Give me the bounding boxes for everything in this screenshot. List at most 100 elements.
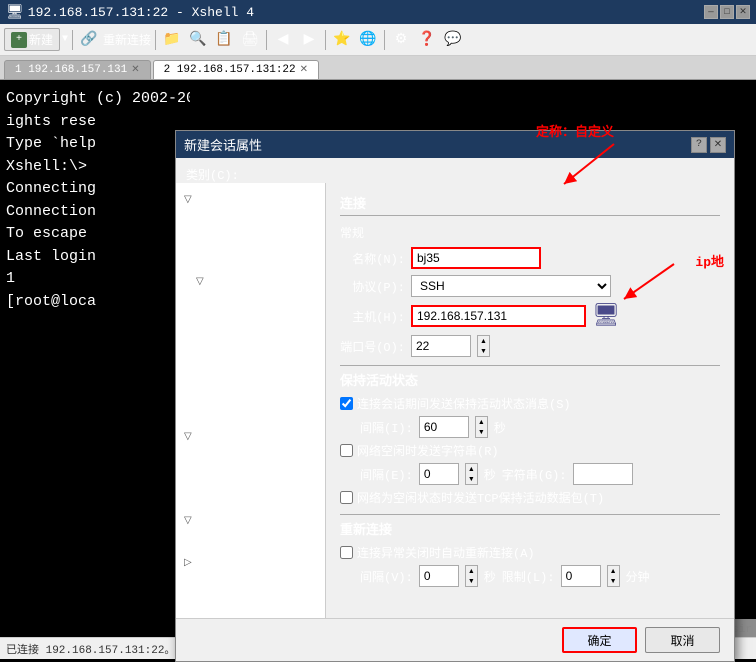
port-row: 端口号(O): ▲ ▼: [340, 335, 720, 357]
interval-spinner[interactable]: ▲ ▼: [475, 416, 488, 438]
toolbar-icon-apps[interactable]: ⚙: [389, 28, 413, 52]
port-spin-up[interactable]: ▲: [478, 336, 489, 346]
dropdown-arrow[interactable]: ▼: [62, 34, 68, 45]
interval2-spinner[interactable]: ▲ ▼: [465, 463, 478, 485]
chars-label: 字符串(G):: [502, 466, 567, 483]
toolbar-icon-chat[interactable]: 💬: [441, 28, 465, 52]
tree-adv2[interactable]: ▷ 高级: [176, 552, 325, 573]
reconnect-label: 连接异常关闭时自动重新连接(A): [357, 544, 535, 561]
limit-spin-up[interactable]: ▲: [608, 566, 619, 576]
dialog-help-button[interactable]: ?: [691, 137, 707, 153]
toolbar-icon-link[interactable]: 🔗: [77, 28, 101, 52]
toolbar-icon-arrow-right[interactable]: ▶: [297, 28, 321, 52]
tree-user-auth[interactable]: 用户身份验证: [176, 210, 325, 231]
interval2-spin-down[interactable]: ▼: [466, 474, 477, 484]
tab-2-close[interactable]: ✕: [300, 64, 308, 76]
ok-button[interactable]: 确定: [562, 627, 637, 653]
interval3-input[interactable]: [419, 565, 459, 587]
name-label: 名称(N):: [340, 250, 405, 267]
network-idle-cb-row: 网络空闲时发送字符串(R): [340, 442, 720, 459]
keepalive-checkbox[interactable]: [340, 397, 353, 410]
limit-input[interactable]: [561, 565, 601, 587]
port-spinner[interactable]: ▲ ▼: [477, 335, 490, 357]
toolbar-icon-folder[interactable]: 📁: [160, 28, 184, 52]
toolbar-icon-copy[interactable]: 📋: [212, 28, 236, 52]
tree-advanced[interactable]: 高级: [176, 489, 325, 510]
tree-telnet[interactable]: TELNET: [176, 351, 325, 369]
tree-appearance[interactable]: ▽ 外观: [176, 510, 325, 531]
terminal-line-11: Last login: [6, 246, 184, 269]
network-idle2-checkbox[interactable]: [340, 491, 353, 504]
toolbar-separator-2: [155, 30, 156, 50]
keepalive-section-title: 保持活动状态: [340, 365, 720, 389]
new-session-label: 新建: [29, 31, 53, 48]
category-label: 类别(C):: [186, 169, 239, 183]
protocol-select[interactable]: SSH: [411, 275, 611, 297]
toolbar-icon-arrow-left[interactable]: ◀: [271, 28, 295, 52]
xshell-titlebar: 🖥 192.168.157.131:22 - Xshell 4 — □ ✕: [0, 0, 756, 24]
interval3-spin-down[interactable]: ▼: [466, 576, 477, 586]
dialog-close-button[interactable]: ✕: [710, 137, 726, 153]
network-idle2-label: 网络为空闲状态时发送TCP保持活动数据包(T): [357, 489, 604, 506]
port-label: 端口号(O):: [340, 338, 405, 355]
terminal-line-1: Copyright (c) 2002-2014 NetSarang Comput: [6, 88, 184, 111]
tree-login-script[interactable]: 登录脚本: [176, 252, 325, 273]
close-button[interactable]: ✕: [736, 5, 750, 19]
dialog-title: 新建会话属性: [184, 135, 262, 154]
cancel-button[interactable]: 取消: [645, 627, 720, 653]
tab-1[interactable]: 1 192.168.157.131 ✕: [4, 60, 151, 79]
tab-2[interactable]: 2 192.168.157.131:22 ✕: [153, 60, 319, 79]
new-session-button[interactable]: + 新建: [4, 28, 60, 51]
tree-security[interactable]: 安全性: [176, 291, 325, 312]
tree-rlogin[interactable]: RLOGIN: [176, 369, 325, 387]
toolbar-icon-help[interactable]: ❓: [415, 28, 439, 52]
general-label: 常规: [340, 224, 720, 241]
tree-zmodem[interactable]: ZMODEM: [176, 594, 325, 612]
tree-connection[interactable]: ▽ 连接: [176, 189, 325, 210]
toolbar-separator-1: [72, 30, 73, 50]
toolbar-icon-star[interactable]: ⭐: [330, 28, 354, 52]
minimize-button[interactable]: —: [704, 5, 718, 19]
tree-vt-mode[interactable]: VT 模式: [176, 468, 325, 489]
limit-spin-down[interactable]: ▼: [608, 576, 619, 586]
interval2-unit: 秒: [484, 466, 496, 483]
chars-input[interactable]: [573, 463, 633, 485]
tree-tunnel[interactable]: 隧道: [176, 312, 325, 333]
interval-spin-up[interactable]: ▲: [476, 417, 487, 427]
interval3-row: 间隔(V): ▲ ▼ 秒 限制(L): ▲ ▼ 分钟: [360, 565, 720, 587]
new-session-icon: +: [11, 32, 27, 48]
toolbar-icon-print[interactable]: 🖨: [238, 28, 262, 52]
xshell-title: 192.168.157.131:22 - Xshell 4: [28, 5, 254, 20]
interval2-spin-up[interactable]: ▲: [466, 464, 477, 474]
tree-keyboard[interactable]: 键盘: [176, 447, 325, 468]
host-input[interactable]: [411, 305, 586, 327]
tree-ssh[interactable]: ▽ SSH: [176, 273, 325, 291]
network-idle-checkbox[interactable]: [340, 444, 353, 457]
limit-label: 限制(L):: [502, 568, 555, 585]
tab-1-close[interactable]: ✕: [131, 64, 139, 76]
maximize-button[interactable]: □: [720, 5, 734, 19]
tree-sftp[interactable]: SFTP: [176, 333, 325, 351]
name-input[interactable]: [411, 247, 541, 269]
protocol-label: 协议(P):: [340, 278, 405, 295]
port-spin-down[interactable]: ▼: [478, 346, 489, 356]
port-input[interactable]: [411, 335, 471, 357]
interval3-spin-up[interactable]: ▲: [466, 566, 477, 576]
terminal-line-8: Connection: [6, 201, 184, 224]
host-row: 主机(H): 🖥: [340, 303, 720, 329]
toolbar-icon-network[interactable]: 🌐: [356, 28, 380, 52]
limit-spinner[interactable]: ▲ ▼: [607, 565, 620, 587]
tree-proxy[interactable]: 代理: [176, 405, 325, 426]
tree-login-prompt[interactable]: 登录提示符: [176, 231, 325, 252]
toolbar-icon-search[interactable]: 🔍: [186, 28, 210, 52]
interval-input[interactable]: [419, 416, 469, 438]
terminal-line-13: [root@loca: [6, 291, 184, 314]
tree-terminal[interactable]: ▽ 终端: [176, 426, 325, 447]
tree-log[interactable]: 日志记录: [176, 573, 325, 594]
reconnect-checkbox[interactable]: [340, 546, 353, 559]
interval3-spinner[interactable]: ▲ ▼: [465, 565, 478, 587]
tree-serial[interactable]: SERIAL: [176, 387, 325, 405]
tree-remote[interactable]: 远距: [176, 531, 325, 552]
interval-spin-down[interactable]: ▼: [476, 427, 487, 437]
interval2-input[interactable]: [419, 463, 459, 485]
